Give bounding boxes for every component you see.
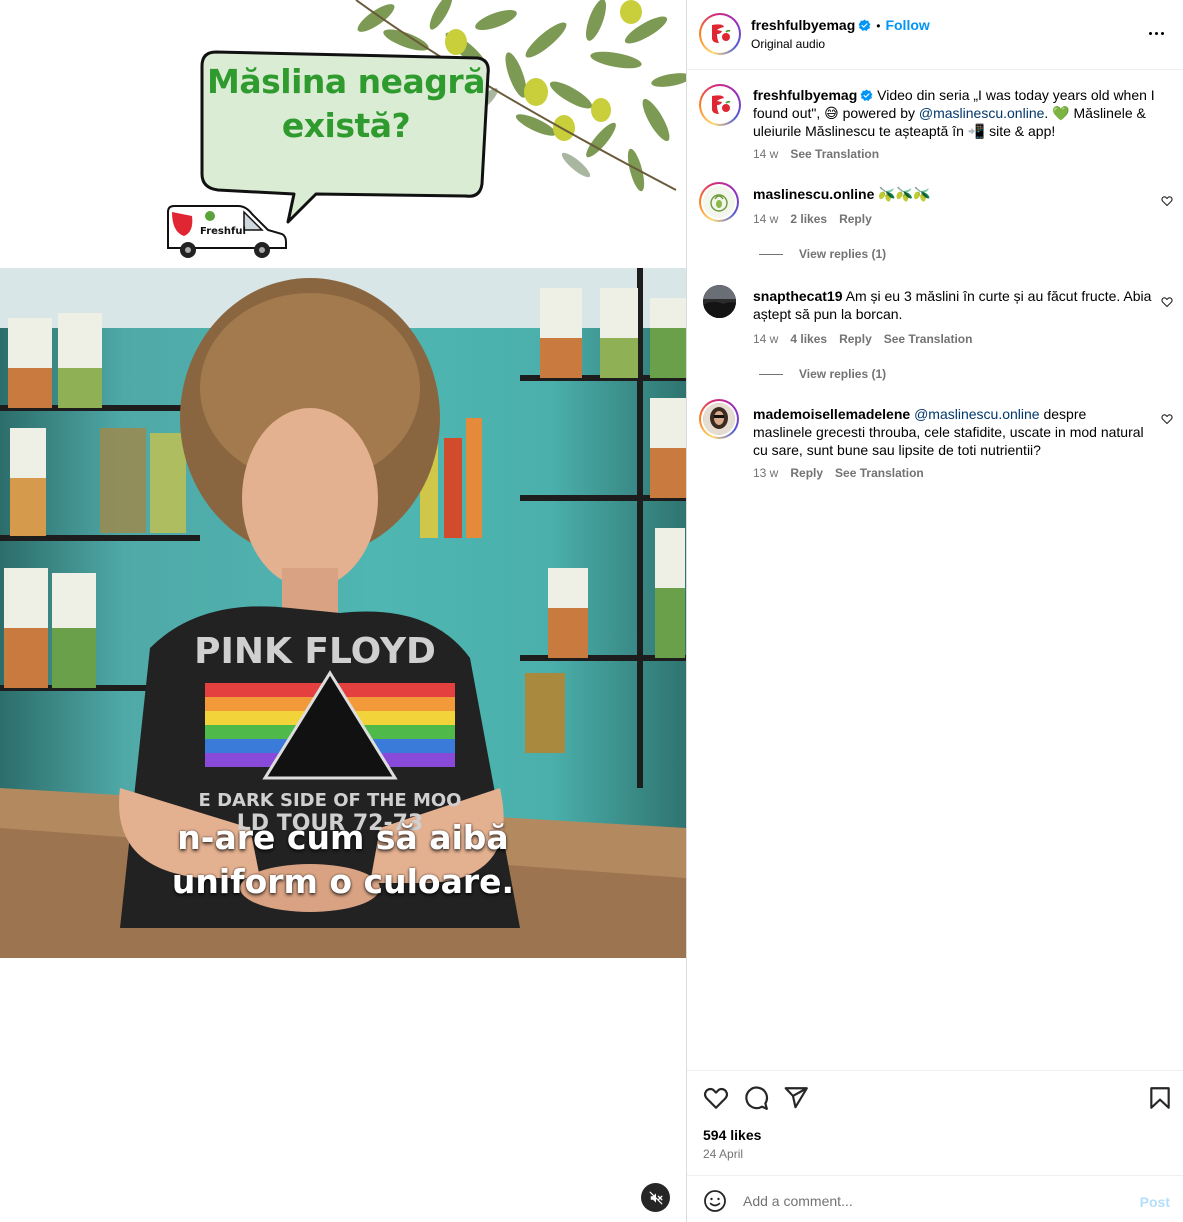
- view-replies-label: View replies (1): [799, 247, 887, 261]
- caption-text: freshfulbyemag Video din seria „I was to…: [753, 86, 1163, 140]
- comment-input[interactable]: [743, 1189, 1113, 1213]
- video-title-card: Măslina neagră există? Freshful: [0, 0, 686, 268]
- shirt-text-1: PINK FLOYD: [194, 631, 436, 672]
- verified-badge-icon: [858, 19, 871, 31]
- follow-button[interactable]: Follow: [885, 17, 929, 33]
- video-player[interactable]: PINK FLOYD E DARK SIDE OF THE MOO LD TOU…: [0, 268, 686, 958]
- view-replies-label: View replies (1): [799, 367, 887, 381]
- more-options-button[interactable]: [1144, 26, 1168, 40]
- comment-meta: 14 w 2 likes Reply: [753, 212, 872, 226]
- comment-icon[interactable]: [743, 1085, 769, 1111]
- post-comment-button[interactable]: Post: [1140, 1194, 1170, 1210]
- freshful-van-illustration: Freshful: [167, 205, 287, 258]
- comment-likes[interactable]: 4 likes: [790, 332, 827, 346]
- comment-username[interactable]: mademoisellemadelene: [753, 406, 910, 422]
- post-date[interactable]: 24 April: [703, 1147, 743, 1161]
- heart-icon[interactable]: [703, 1085, 729, 1111]
- comment-username[interactable]: snapthecat19: [753, 288, 842, 304]
- author-avatar[interactable]: [699, 13, 741, 55]
- post-actions: 594 likes 24 April: [687, 1070, 1183, 1174]
- avatar-photo: [703, 285, 736, 318]
- subtitle-line-1: n-are cum să aibă: [177, 818, 509, 857]
- post-media[interactable]: Măslina neagră există? Freshful PINK FLO…: [0, 0, 686, 1222]
- comment-like-heart-icon[interactable]: [1161, 413, 1173, 425]
- van-label: Freshful: [200, 226, 246, 237]
- caption-meta: 14 w See Translation: [753, 147, 879, 161]
- comment-avatar[interactable]: [699, 399, 739, 439]
- send-icon[interactable]: [783, 1085, 809, 1111]
- likes-count[interactable]: 594 likes: [703, 1127, 761, 1143]
- comment-see-translation[interactable]: See Translation: [884, 332, 973, 346]
- bookmark-icon[interactable]: [1147, 1085, 1173, 1111]
- caption-avatar[interactable]: [699, 84, 741, 126]
- speaker-muted-icon: [649, 1191, 662, 1204]
- replies-divider: [759, 253, 783, 255]
- comment-time[interactable]: 14 w: [753, 332, 778, 346]
- comment-avatar[interactable]: [703, 285, 736, 318]
- comment-text: snapthecat19 Am și eu 3 măslini în curte…: [753, 287, 1153, 323]
- bubble-question: Măslina neagră există?: [196, 60, 496, 148]
- avatar-photo: [704, 404, 734, 434]
- audio-link[interactable]: Original audio: [751, 37, 825, 51]
- comment-likes[interactable]: 2 likes: [790, 212, 827, 226]
- video-subtitle: n-are cum să aibă uniform o culoare.: [0, 816, 686, 904]
- comment-see-translation[interactable]: See Translation: [835, 466, 924, 480]
- comment-like-heart-icon[interactable]: [1161, 296, 1173, 308]
- comment-meta: 13 w Reply See Translation: [753, 466, 924, 480]
- freshful-logo-icon: [712, 95, 731, 114]
- emoji-icon[interactable]: [703, 1189, 727, 1213]
- subtitle-line-2: uniform o culoare.: [171, 862, 515, 901]
- view-replies-button[interactable]: View replies (1): [759, 247, 886, 261]
- header-separator: •: [876, 19, 881, 33]
- mute-toggle-button[interactable]: [641, 1183, 670, 1212]
- comment-reply-button[interactable]: Reply: [839, 212, 872, 226]
- comment-composer: Post: [687, 1175, 1183, 1222]
- replies-divider: [759, 373, 783, 375]
- comment-time[interactable]: 14 w: [753, 212, 778, 226]
- comment-like-heart-icon[interactable]: [1161, 195, 1173, 207]
- instagram-post-view: Măslina neagră există? Freshful PINK FLO…: [0, 0, 1183, 1222]
- verified-badge-icon: [860, 89, 873, 101]
- post-header: freshfulbyemag • Follow Original audio: [687, 0, 1183, 70]
- caption-see-translation[interactable]: See Translation: [790, 147, 879, 161]
- shirt-text-2: E DARK SIDE OF THE MOO: [199, 790, 462, 811]
- caption-mention[interactable]: @maslinescu.online: [919, 105, 1045, 121]
- comment-meta: 14 w 4 likes Reply See Translation: [753, 332, 972, 346]
- view-replies-button[interactable]: View replies (1): [759, 367, 886, 381]
- comment-username[interactable]: maslinescu.online: [753, 186, 874, 202]
- header-meta: freshfulbyemag • Follow: [751, 17, 930, 33]
- bubble-line-1: Măslina neagră: [207, 62, 485, 101]
- comment-mention[interactable]: @maslinescu.online: [914, 406, 1040, 422]
- comment-time[interactable]: 13 w: [753, 466, 778, 480]
- bubble-line-2: există?: [281, 106, 411, 145]
- comment-reply-button[interactable]: Reply: [790, 466, 823, 480]
- comment-reply-button[interactable]: Reply: [839, 332, 872, 346]
- comment-body: 🫒🫒🫒: [874, 186, 931, 202]
- comment-avatar[interactable]: [699, 182, 739, 222]
- freshful-logo-icon: [712, 24, 731, 43]
- post-sidebar: freshfulbyemag • Follow Original audio f…: [686, 0, 1183, 1222]
- header-username[interactable]: freshfulbyemag: [751, 17, 855, 33]
- maslinescu-logo-icon: [710, 194, 728, 212]
- more-options-icon: [1148, 31, 1152, 35]
- caption-username[interactable]: freshfulbyemag: [753, 87, 857, 103]
- caption-time[interactable]: 14 w: [753, 147, 778, 161]
- comment-text: maslinescu.online 🫒🫒🫒: [753, 185, 1153, 203]
- comment-text: mademoisellemadelene @maslinescu.online …: [753, 405, 1148, 459]
